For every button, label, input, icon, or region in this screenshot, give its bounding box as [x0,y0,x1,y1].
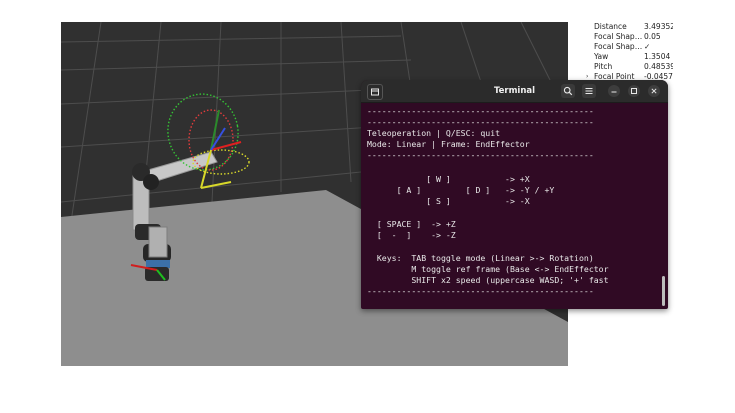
minimize-icon[interactable] [608,85,620,97]
property-name: Focal Shap… [594,32,642,41]
close-icon[interactable] [648,85,660,97]
property-value[interactable]: 0.485398 [644,62,673,72]
key-ad-line: [ A ] [ D ] -> -Y / +Y [367,185,555,195]
property-focal-shape-fixed[interactable]: Focal Shap… ✓ [568,42,673,52]
end-effector-frame-axes [200,109,242,189]
key-minus-line: [ - ] -> -Z [367,230,456,240]
property-name: Pitch [594,62,613,71]
maximize-icon[interactable] [628,85,640,97]
view-properties-panel: Distance 3.49352 Focal Shap… 0.05 Focal … [568,22,673,82]
terminal-titlebar[interactable]: Terminal [361,80,668,103]
property-value[interactable]: 0.05 [644,32,673,42]
terminal-title: Terminal [493,86,536,96]
keys-help-line: SHIFT x2 speed (uppercase WASD; '+' fast [367,275,609,285]
keys-help-line: Keys: TAB toggle mode (Linear >-> Rotati… [367,253,594,263]
key-w-line: [ W ] -> +X [367,174,530,184]
terminal-window[interactable]: Terminal -------------------------------… [361,80,668,309]
property-focal-shape-size[interactable]: Focal Shap… 0.05 [568,32,673,42]
key-space-line: [ SPACE ] -> +Z [367,219,456,229]
separator-line: ----------------------------------------… [367,150,594,160]
property-distance[interactable]: Distance 3.49352 [568,22,673,32]
property-pitch[interactable]: Pitch 0.485398 [568,62,673,72]
property-value[interactable]: 3.49352 [644,22,673,32]
property-name: Distance [594,22,627,31]
property-yaw[interactable]: Yaw 1.3504 [568,52,673,62]
keys-help-line: M toggle ref frame (Base <-> EndEffector [367,264,609,274]
separator-line: ----------------------------------------… [367,106,594,116]
checkbox-checked-icon[interactable]: ✓ [644,42,673,52]
property-name: Yaw [594,52,609,61]
terminal-scrollbar[interactable] [662,276,665,306]
hamburger-menu-icon[interactable] [582,84,596,98]
key-s-line: [ S ] -> -X [367,196,530,206]
teleop-header-line: Teleoperation | Q/ESC: quit [367,128,501,138]
separator-line: ----------------------------------------… [367,286,594,296]
property-value[interactable]: 1.3504 [644,52,673,62]
property-name: Focal Shap… [594,42,642,51]
mode-status-line: Mode: Linear | Frame: EndEffector [367,139,530,149]
terminal-output[interactable]: ----------------------------------------… [367,104,657,309]
search-icon[interactable] [561,84,575,98]
separator-line: ----------------------------------------… [367,117,594,127]
